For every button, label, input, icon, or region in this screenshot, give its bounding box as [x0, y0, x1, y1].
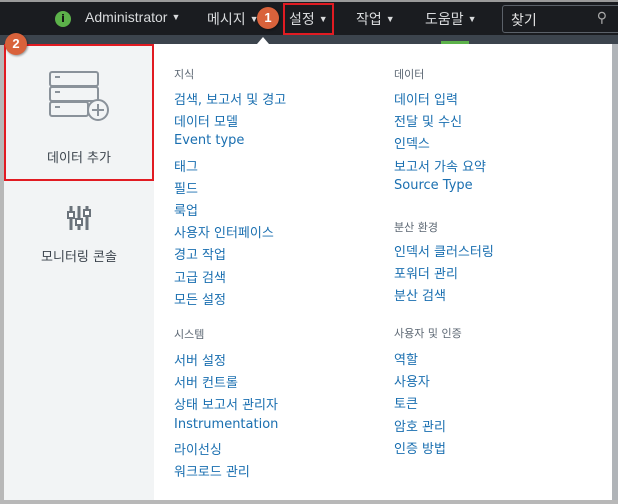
menu-link[interactable]: 경고 작업: [174, 244, 226, 263]
step-badge-1: 1: [257, 7, 279, 29]
menu-link[interactable]: Source Type: [394, 178, 473, 193]
dropdown-pointer: [257, 37, 269, 44]
section-heading: 데이터: [394, 68, 425, 81]
nav-help[interactable]: 도움말 ▼: [425, 9, 477, 29]
menu-link[interactable]: 라이선싱: [174, 439, 222, 458]
menu-link[interactable]: 역할: [394, 349, 418, 368]
section-heading: 분산 환경: [394, 221, 438, 234]
info-icon[interactable]: i: [55, 11, 71, 27]
menu-link[interactable]: Event type: [174, 133, 244, 148]
menu-link[interactable]: 검색, 보고서 및 경고: [174, 89, 286, 108]
menu-link[interactable]: 모든 설정: [174, 289, 226, 308]
menu-link[interactable]: 룩업: [174, 200, 198, 219]
menu-link[interactable]: 인증 방법: [394, 438, 446, 457]
menu-link[interactable]: 서버 컨트롤: [174, 372, 238, 391]
menu-link[interactable]: 보고서 가속 요약: [394, 156, 486, 175]
search-icon: ⚲: [596, 10, 607, 26]
menu-link[interactable]: 워크로드 관리: [174, 461, 250, 480]
menu-link[interactable]: 인덱스: [394, 133, 430, 152]
menu-link[interactable]: 토큰: [394, 393, 418, 412]
menu-link[interactable]: 서버 설정: [174, 350, 226, 369]
menu-link[interactable]: 전달 및 수신: [394, 111, 462, 130]
section-heading: 지식: [174, 68, 195, 81]
highlight-settings: [283, 3, 334, 35]
menu-link[interactable]: 포워더 관리: [394, 263, 458, 282]
search-input[interactable]: 찾기 ⚲: [502, 5, 618, 33]
menu-link[interactable]: 분산 검색: [394, 285, 446, 304]
menu-link[interactable]: 데이터 모델: [174, 111, 238, 130]
nav-activity[interactable]: 작업 ▼: [356, 9, 395, 29]
caret-down-icon: ▼: [385, 14, 395, 24]
step-badge-2: 2: [5, 33, 27, 55]
menu-link[interactable]: 데이터 입력: [394, 89, 458, 108]
sliders-icon: [67, 206, 91, 230]
menu-link[interactable]: 사용자 인터페이스: [174, 222, 274, 241]
menu-link[interactable]: 필드: [174, 178, 198, 197]
menu-link[interactable]: 인덱서 클러스터링: [394, 241, 494, 260]
menu-link[interactable]: 태그: [174, 156, 198, 175]
nav-messages[interactable]: 메시지 ▼: [207, 9, 259, 29]
menu-link[interactable]: 상태 보고서 관리자: [174, 394, 278, 413]
monitoring-console-tile[interactable]: 모니터링 콘솔: [4, 194, 154, 274]
menu-link[interactable]: 사용자: [394, 371, 430, 390]
menu-link[interactable]: 암호 관리: [394, 416, 446, 435]
menu-link[interactable]: Instrumentation: [174, 417, 278, 432]
caret-down-icon: ▼: [171, 12, 181, 22]
section-heading: 사용자 및 인증: [394, 327, 462, 340]
nav-administrator[interactable]: Administrator ▼: [85, 9, 180, 25]
scrollbar[interactable]: [612, 44, 618, 500]
caret-down-icon: ▼: [467, 14, 477, 24]
section-heading: 시스템: [174, 328, 205, 341]
monitoring-console-label: 모니터링 콘솔: [41, 250, 117, 265]
highlight-add-data: [4, 44, 154, 181]
menu-link[interactable]: 고급 검색: [174, 267, 226, 286]
